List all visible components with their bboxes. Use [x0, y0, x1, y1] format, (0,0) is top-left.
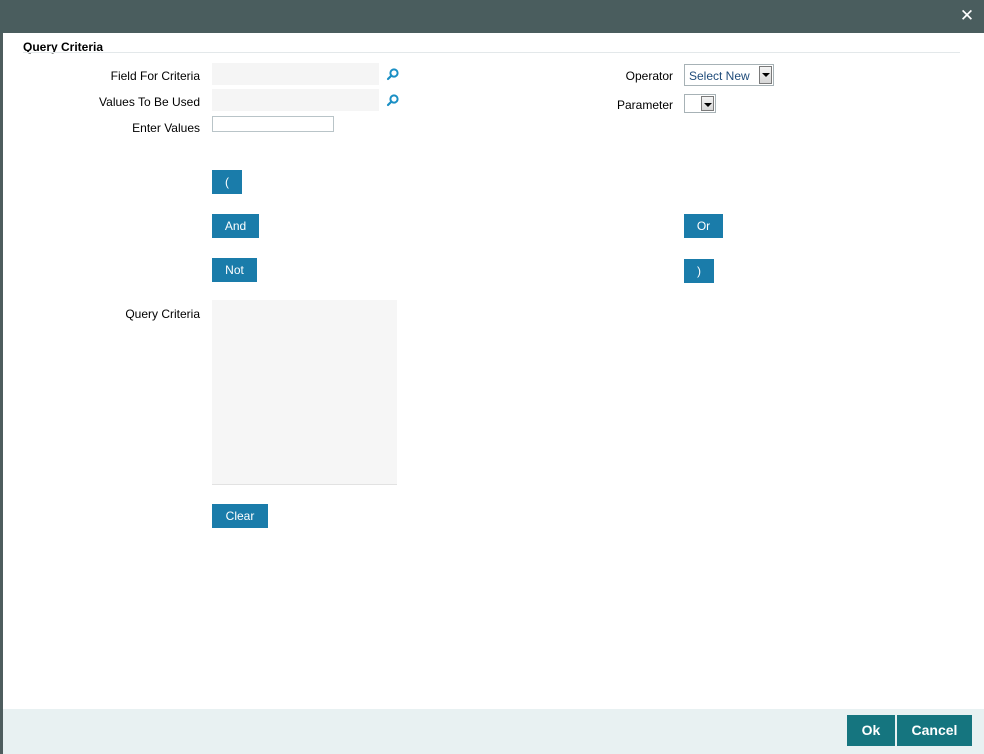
search-icon[interactable]: [386, 93, 400, 107]
close-paren-button[interactable]: ): [684, 259, 714, 283]
open-paren-button[interactable]: (: [212, 170, 242, 194]
window-titlebar: ✕: [0, 0, 984, 33]
not-button[interactable]: Not: [212, 258, 257, 282]
values-to-be-used-input[interactable]: [212, 89, 379, 111]
field-for-criteria-label: Field For Criteria: [110, 69, 200, 83]
operator-label: Operator: [625, 69, 673, 83]
values-to-be-used-label: Values To Be Used: [99, 95, 200, 109]
query-criteria-label: Query Criteria: [125, 307, 200, 321]
query-dialog: Query Criteria Field For Criteria Values…: [3, 33, 984, 754]
section-divider: [23, 52, 960, 53]
close-icon[interactable]: ✕: [958, 6, 976, 26]
field-for-criteria-input[interactable]: [212, 63, 379, 85]
chevron-down-icon[interactable]: [759, 66, 772, 84]
parameter-select[interactable]: [684, 94, 716, 113]
enter-values-label: Enter Values: [132, 121, 200, 135]
operator-selected-value: Select New: [689, 69, 750, 83]
and-button[interactable]: And: [212, 214, 259, 238]
parameter-label: Parameter: [616, 98, 673, 112]
enter-values-input[interactable]: [212, 116, 334, 132]
clear-button[interactable]: Clear: [212, 504, 268, 528]
chevron-down-icon[interactable]: [701, 96, 714, 111]
ok-button[interactable]: Ok: [847, 715, 895, 746]
search-icon[interactable]: [386, 67, 400, 81]
operator-select[interactable]: Select New: [684, 64, 774, 86]
or-button[interactable]: Or: [684, 214, 723, 238]
dialog-footer: Ok Cancel: [3, 709, 984, 754]
query-criteria-textarea[interactable]: [212, 300, 397, 485]
cancel-button[interactable]: Cancel: [897, 715, 972, 746]
